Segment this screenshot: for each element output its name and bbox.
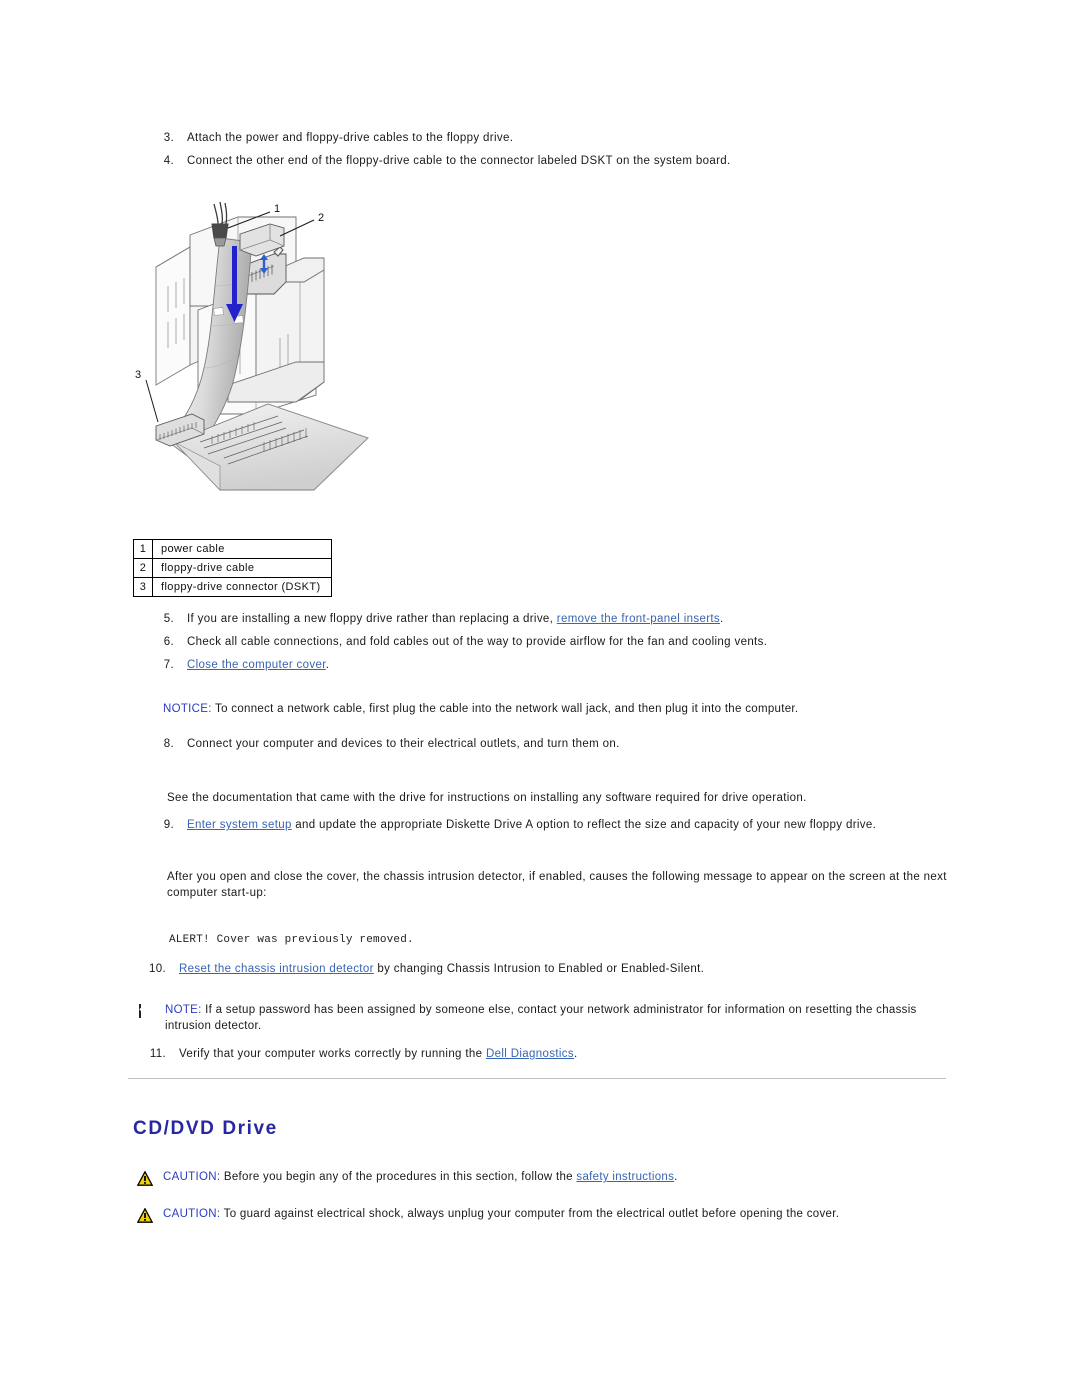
step-number: 5. bbox=[163, 613, 174, 625]
step-item-8: 8. Connect your computer and devices to … bbox=[148, 737, 848, 752]
table-row: 3 floppy-drive connector (DSKT) bbox=[133, 577, 332, 597]
step-item-5: 5. If you are installing a new floppy dr… bbox=[148, 612, 888, 627]
step-text-post: by changing Chassis Intrusion to Enabled… bbox=[373, 963, 705, 975]
notice-body: NOTICE: To connect a network cable, firs… bbox=[163, 702, 937, 718]
notice-text: To connect a network cable, first plug t… bbox=[211, 703, 799, 715]
note-pencil-icon bbox=[139, 1004, 155, 1020]
step-number: 4. bbox=[163, 155, 174, 167]
step-number: 3. bbox=[163, 132, 174, 144]
step-item-7: 7. Close the computer cover. bbox=[148, 658, 648, 673]
caution-keyword: CAUTION: bbox=[163, 1208, 221, 1220]
legend-key: 2 bbox=[133, 558, 153, 578]
notice-block: NOTICE: To connect a network cable, firs… bbox=[137, 702, 937, 718]
step-text: Verify that your computer works correctl… bbox=[179, 1047, 740, 1062]
table-row: 1 power cable bbox=[133, 539, 332, 559]
step-text-post: . bbox=[574, 1048, 578, 1060]
step-item-3: 3. Attach the power and floppy-drive cab… bbox=[148, 131, 848, 146]
paragraph-drive-documentation: See the documentation that came with the… bbox=[167, 792, 807, 804]
step-item-10: 10. Reset the chassis intrusion detector… bbox=[140, 962, 940, 977]
caution-block-1: CAUTION: Before you begin any of the pro… bbox=[136, 1170, 957, 1187]
link-enter-system-setup[interactable]: Enter system setup bbox=[187, 819, 292, 831]
step-text-pre: If you are installing a new floppy drive… bbox=[187, 613, 557, 625]
step-text-post: . bbox=[720, 613, 724, 625]
document-page: 3. Attach the power and floppy-drive cab… bbox=[0, 0, 1080, 1397]
step-number: 7. bbox=[163, 659, 174, 671]
paragraph-chassis-intrusion: After you open and close the cover, the … bbox=[167, 871, 947, 899]
step-number: 9. bbox=[163, 819, 174, 831]
step-number: 8. bbox=[163, 738, 174, 750]
legend-label: floppy-drive connector (DSKT) bbox=[152, 577, 332, 597]
step-number: 10. bbox=[148, 963, 166, 975]
link-safety-instructions[interactable]: safety instructions bbox=[576, 1171, 674, 1183]
caution-text: To guard against electrical shock, alway… bbox=[220, 1208, 840, 1220]
figure-callout-2: 2 bbox=[318, 212, 324, 224]
alert-message-text: ALERT! Cover was previously removed. bbox=[169, 934, 414, 946]
step-text-pre: Verify that your computer works correctl… bbox=[179, 1048, 486, 1060]
step-text: Check all cable connections, and fold ca… bbox=[187, 636, 768, 648]
link-close-the-computer-cover[interactable]: Close the computer cover bbox=[187, 659, 326, 671]
caution-body: CAUTION: Before you begin any of the pro… bbox=[163, 1170, 957, 1186]
figure-callout-1: 1 bbox=[274, 203, 280, 215]
caution-triangle-icon bbox=[136, 1170, 154, 1187]
table-row: 2 floppy-drive cable bbox=[133, 558, 332, 578]
step-text: Connect your computer and devices to the… bbox=[187, 738, 620, 750]
caution-triangle-icon bbox=[136, 1207, 154, 1224]
step-item-11: 11. Verify that your computer works corr… bbox=[140, 1047, 740, 1062]
section-divider bbox=[128, 1078, 946, 1079]
caution-text-post: . bbox=[674, 1171, 678, 1183]
step-text: Close the computer cover. bbox=[187, 658, 648, 673]
caution-text-pre: Before you begin any of the procedures i… bbox=[220, 1171, 577, 1183]
link-reset-chassis-intrusion-detector[interactable]: Reset the chassis intrusion detector bbox=[179, 963, 374, 975]
caution-keyword: CAUTION: bbox=[163, 1171, 221, 1183]
step-text: Enter system setup and update the approp… bbox=[187, 818, 988, 833]
note-keyword: NOTE: bbox=[165, 1004, 202, 1016]
figure-legend-table: 1 power cable 2 floppy-drive cable 3 flo… bbox=[133, 539, 332, 597]
note-body: NOTE: If a setup password has been assig… bbox=[165, 1003, 944, 1034]
step-number: 11. bbox=[149, 1048, 166, 1060]
step-text: Reset the chassis intrusion detector by … bbox=[179, 962, 940, 977]
floppy-drive-diagram: 1 2 3 bbox=[128, 190, 478, 520]
legend-key: 1 bbox=[133, 539, 153, 559]
caution-block-2: CAUTION: To guard against electrical sho… bbox=[136, 1207, 997, 1224]
page-title: CD/DVD Drive bbox=[133, 1118, 278, 1139]
step-item-6: 6. Check all cable connections, and fold… bbox=[148, 635, 948, 650]
note-text: If a setup password has been assigned by… bbox=[165, 1004, 917, 1032]
link-dell-diagnostics[interactable]: Dell Diagnostics bbox=[486, 1048, 574, 1060]
step-text: Connect the other end of the floppy-driv… bbox=[187, 155, 731, 167]
legend-label: power cable bbox=[152, 539, 332, 559]
caution-body: CAUTION: To guard against electrical sho… bbox=[163, 1207, 997, 1223]
step-item-4: 4. Connect the other end of the floppy-d… bbox=[148, 154, 908, 169]
link-remove-front-panel-inserts[interactable]: remove the front-panel inserts bbox=[557, 613, 720, 625]
notice-arrow-icon bbox=[137, 703, 153, 719]
step-text: Attach the power and floppy-drive cables… bbox=[187, 132, 514, 144]
note-block: NOTE: If a setup password has been assig… bbox=[139, 1003, 944, 1034]
step-text-post: . bbox=[325, 659, 330, 671]
figure-callout-3: 3 bbox=[135, 369, 141, 381]
step-item-9: 9. Enter system setup and update the app… bbox=[148, 818, 988, 833]
legend-key: 3 bbox=[133, 577, 153, 597]
step-text-post: and update the appropriate Diskette Driv… bbox=[291, 819, 877, 831]
step-number: 6. bbox=[163, 636, 174, 648]
notice-keyword: NOTICE: bbox=[163, 703, 212, 715]
legend-label: floppy-drive cable bbox=[152, 558, 332, 578]
step-text: If you are installing a new floppy drive… bbox=[187, 612, 888, 627]
